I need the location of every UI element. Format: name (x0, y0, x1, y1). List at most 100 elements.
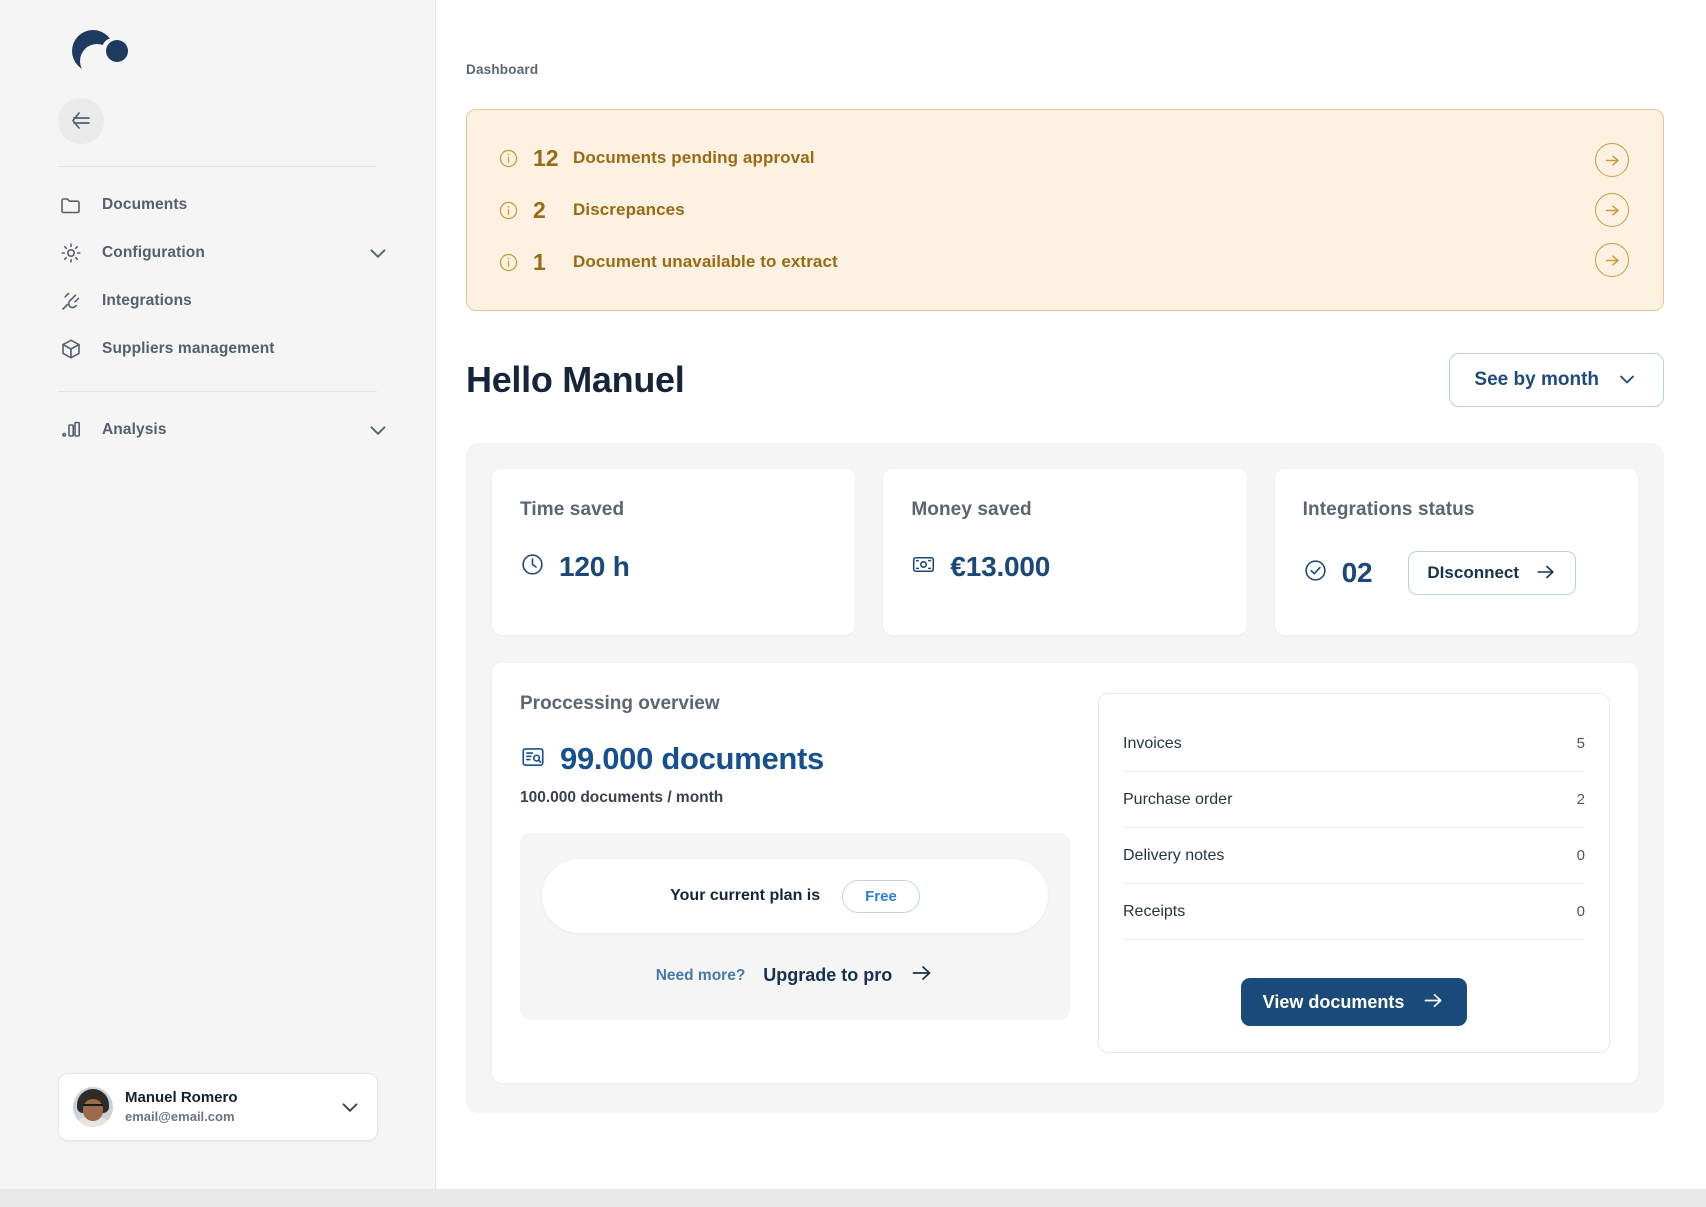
sidebar-nav-primary: Documents Configuration (0, 167, 435, 373)
info-icon (497, 251, 519, 273)
user-meta: Manuel Romero email@email.com (125, 1088, 238, 1126)
app-root: Documents Configuration (0, 0, 1706, 1207)
view-documents-label: View documents (1263, 992, 1405, 1013)
processing-count: 99.000 documents (560, 741, 824, 777)
stat-body: €13.000 (911, 551, 1218, 583)
processing-overview-card: Proccessing overview (492, 663, 1638, 1083)
list-item[interactable]: Invoices 5 (1123, 716, 1585, 772)
sidebar-item-analysis[interactable]: Analysis (0, 406, 435, 454)
info-icon (497, 147, 519, 169)
collapse-sidebar-button[interactable] (58, 98, 104, 144)
alert-row[interactable]: 2 Discrepances (497, 184, 1595, 236)
logo-container (0, 0, 435, 92)
stat-title: Integrations status (1303, 499, 1610, 521)
check-circle-icon (1303, 558, 1328, 588)
gear-icon (58, 240, 84, 266)
main-content: Dashboard 12 Documents pending approval … (436, 0, 1706, 1189)
document-types-list: Invoices 5 Purchase order 2 Delivery not… (1098, 693, 1610, 1053)
plan-badge: Free (842, 880, 920, 913)
stat-value: €13.000 (950, 551, 1050, 583)
bar-chart-icon (58, 417, 84, 443)
view-documents-button[interactable]: View documents (1241, 978, 1468, 1026)
sidebar-item-configuration[interactable]: Configuration (0, 229, 435, 277)
list-item[interactable]: Receipts 0 (1123, 884, 1585, 940)
user-email: email@email.com (125, 1108, 238, 1126)
alert-text: Discrepances (573, 200, 685, 220)
clock-icon (520, 552, 545, 582)
period-selector-label: See by month (1474, 369, 1599, 391)
alert-text: Document unavailable to extract (573, 252, 838, 272)
sidebar-item-label: Analysis (102, 421, 167, 439)
upgrade-to-pro-link[interactable]: Upgrade to pro (763, 965, 892, 986)
stat-body: 02 DIsconnect (1303, 551, 1610, 595)
sidebar-item-documents[interactable]: Documents (0, 181, 435, 229)
alert-count: 1 (533, 249, 563, 276)
stat-title: Time saved (520, 499, 827, 521)
sidebar-item-label: Suppliers management (102, 340, 275, 358)
alert-go-button[interactable] (1595, 243, 1629, 277)
stat-value: 02 (1342, 557, 1373, 589)
stat-card-integrations-status: Integrations status 02 DIsconnect (1275, 469, 1638, 635)
current-plan-pill: Your current plan is Free (542, 859, 1048, 933)
document-type-label: Purchase order (1123, 791, 1232, 809)
greeting-row: Hello Manuel See by month (466, 353, 1664, 407)
document-type-count: 2 (1577, 791, 1585, 808)
chevron-down-icon[interactable] (365, 240, 391, 266)
document-type-label: Delivery notes (1123, 847, 1224, 865)
sidebar-item-label: Configuration (102, 244, 205, 262)
alert-count: 12 (533, 145, 563, 172)
right-gutter (1688, 0, 1706, 1189)
processing-left: Proccessing overview (520, 693, 1070, 1053)
sidebar-item-integrations[interactable]: Integrations (0, 277, 435, 325)
stat-card-time-saved: Time saved 120 h (492, 469, 855, 635)
chevron-down-icon (1615, 367, 1639, 394)
alert-text: Documents pending approval (573, 148, 815, 168)
page-title: Hello Manuel (466, 359, 684, 401)
dashboard-panel: Time saved 120 h Money saved (466, 443, 1664, 1113)
current-plan-label: Your current plan is (670, 887, 820, 905)
arrow-left-icon (69, 109, 93, 133)
plan-box: Your current plan is Free Need more? Upg… (520, 833, 1070, 1020)
alerts-banner: 12 Documents pending approval 2 Discrepa… (466, 109, 1664, 311)
stat-card-money-saved: Money saved €13.000 (883, 469, 1246, 635)
chevron-down-icon[interactable] (337, 1094, 363, 1120)
stat-value: 120 h (559, 551, 630, 583)
alert-go-button[interactable] (1595, 143, 1629, 177)
brand-logo-icon[interactable] (58, 26, 126, 74)
alert-actions (1595, 143, 1637, 277)
user-profile-card[interactable]: Manuel Romero email@email.com (58, 1073, 378, 1141)
document-type-label: Receipts (1123, 903, 1185, 921)
document-scan-icon (520, 744, 546, 775)
list-item[interactable]: Delivery notes 0 (1123, 828, 1585, 884)
arrow-right-icon (1422, 989, 1445, 1015)
bottom-strip (0, 1189, 1706, 1207)
processing-title: Proccessing overview (520, 693, 720, 714)
arrow-right-icon[interactable] (910, 961, 934, 990)
avatar (73, 1087, 113, 1127)
sidebar-item-label: Documents (102, 196, 187, 214)
alert-row[interactable]: 12 Documents pending approval (497, 132, 1595, 184)
user-name: Manuel Romero (125, 1088, 238, 1108)
info-icon (497, 199, 519, 221)
breadcrumb: Dashboard (436, 0, 1706, 77)
money-icon (911, 552, 936, 582)
alert-rows: 12 Documents pending approval 2 Discrepa… (497, 132, 1595, 288)
document-type-count: 0 (1577, 903, 1585, 920)
stat-body: 120 h (520, 551, 827, 583)
alert-row[interactable]: 1 Document unavailable to extract (497, 236, 1595, 288)
arrow-right-icon (1535, 561, 1557, 586)
view-documents-wrap: View documents (1123, 978, 1585, 1026)
disconnect-label: DIsconnect (1427, 563, 1519, 583)
box-icon (58, 336, 84, 362)
alert-go-button[interactable] (1595, 193, 1629, 227)
disconnect-button[interactable]: DIsconnect (1408, 551, 1576, 595)
sidebar-item-label: Integrations (102, 292, 192, 310)
document-type-count: 5 (1577, 735, 1585, 752)
folder-icon (58, 192, 84, 218)
sidebar-item-suppliers-management[interactable]: Suppliers management (0, 325, 435, 373)
list-item[interactable]: Purchase order 2 (1123, 772, 1585, 828)
alert-count: 2 (533, 197, 563, 224)
chevron-down-icon[interactable] (365, 417, 391, 443)
stat-title: Money saved (911, 499, 1218, 521)
period-selector-dropdown[interactable]: See by month (1449, 353, 1664, 407)
